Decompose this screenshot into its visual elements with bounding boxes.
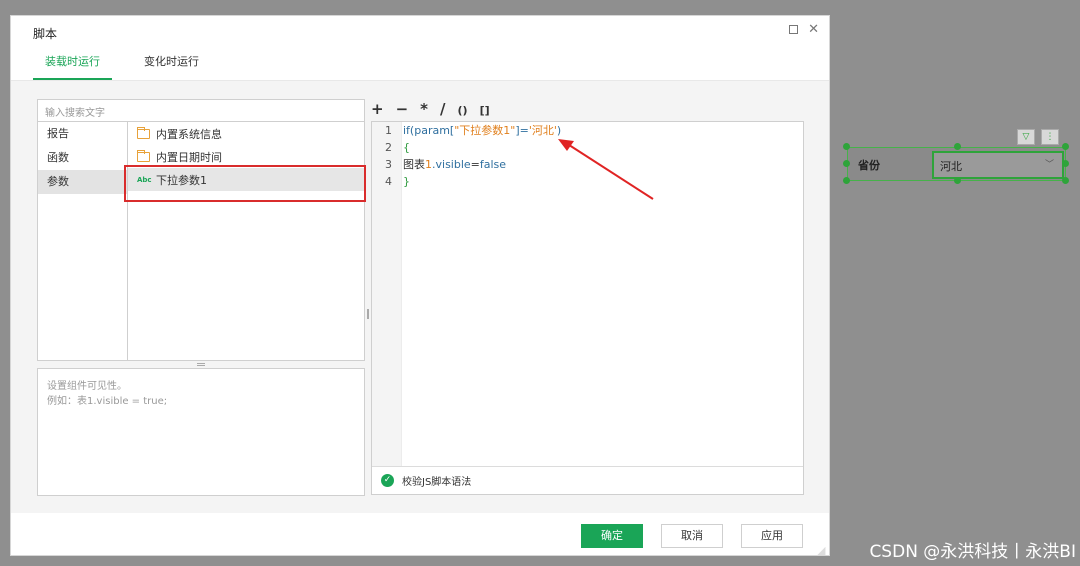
code-content[interactable]: if(param["下拉参数1"]='河北') { 图表1.visible=fa… bbox=[402, 122, 803, 190]
province-dropdown[interactable]: 河北 ﹀ bbox=[932, 151, 1064, 179]
resize-handle[interactable] bbox=[954, 177, 961, 184]
search-input[interactable]: 输入搜索文字 bbox=[38, 100, 364, 122]
parentheses-button[interactable]: () bbox=[458, 101, 468, 119]
check-circle-icon: ✓ bbox=[381, 474, 394, 487]
list-item[interactable]: 内置系统信息 bbox=[128, 122, 364, 145]
code-line: 图表1.visible=false bbox=[403, 158, 507, 171]
script-dialog: 脚本 ✕ 装载时运行 变化时运行 输入搜索文字 报告 函数 参数 内置系统信息 bbox=[10, 15, 830, 556]
description-line: 例如：表1.visible = true; bbox=[47, 396, 168, 407]
widget-label: 省份 bbox=[858, 159, 880, 172]
dropdown-value: 河北 bbox=[940, 160, 962, 173]
minus-button[interactable]: − bbox=[396, 101, 409, 119]
line-number: 2 bbox=[385, 141, 392, 154]
close-icon[interactable]: ✕ bbox=[808, 23, 819, 36]
resize-handle[interactable] bbox=[843, 160, 850, 167]
line-number-gutter: 1 2 3 4 bbox=[372, 122, 402, 466]
validate-label: 校验JS脚本语法 bbox=[402, 477, 472, 488]
ok-button[interactable]: 确定 bbox=[581, 524, 643, 548]
resize-handle[interactable] bbox=[843, 177, 850, 184]
tab-on-change[interactable]: 变化时运行 bbox=[132, 54, 211, 80]
chevron-down-icon: ﹀ bbox=[1044, 160, 1054, 170]
category-report[interactable]: 报告 bbox=[38, 122, 127, 146]
province-filter-widget[interactable]: 省份 河北 ﹀ bbox=[847, 147, 1066, 181]
brackets-button[interactable]: [] bbox=[480, 101, 490, 119]
code-line: } bbox=[403, 175, 410, 188]
line-number: 1 bbox=[385, 124, 392, 137]
resize-grip-icon[interactable]: ◢ bbox=[817, 544, 825, 557]
watermark: CSDN @永洪科技丨永洪BI bbox=[869, 542, 1076, 562]
list-item-label: 内置日期时间 bbox=[156, 150, 222, 164]
highlight-box bbox=[124, 165, 366, 202]
description-panel: 设置组件可见性。 例如：表1.visible = true; bbox=[37, 368, 365, 496]
code-editor[interactable]: 1 2 3 4 if(param["下拉参数1"]='河北') { 图表1.vi… bbox=[371, 121, 804, 495]
resize-handle[interactable] bbox=[843, 143, 850, 150]
folder-icon bbox=[137, 149, 150, 162]
tab-bar: 装载时运行 变化时运行 bbox=[33, 54, 829, 80]
window-controls: ✕ bbox=[789, 23, 819, 36]
category-list: 报告 函数 参数 bbox=[38, 122, 128, 360]
tab-on-load[interactable]: 装载时运行 bbox=[33, 54, 112, 80]
divide-button[interactable]: / bbox=[440, 101, 445, 119]
code-line: if(param["下拉参数1"]='河北') bbox=[403, 124, 562, 137]
cancel-button[interactable]: 取消 bbox=[661, 524, 723, 548]
category-function[interactable]: 函数 bbox=[38, 146, 127, 170]
vertical-splitter[interactable] bbox=[367, 309, 369, 319]
line-number: 4 bbox=[385, 175, 392, 188]
dialog-title: 脚本 bbox=[33, 27, 58, 41]
resize-handle[interactable] bbox=[1062, 177, 1069, 184]
list-item-label: 内置系统信息 bbox=[156, 127, 222, 141]
description-line: 设置组件可见性。 bbox=[47, 381, 127, 392]
resource-panel: 输入搜索文字 报告 函数 参数 内置系统信息 内置日期时间 Abc 下拉参数1 bbox=[37, 99, 365, 361]
more-menu-icon[interactable]: ⋮ bbox=[1041, 129, 1059, 145]
resize-handle[interactable] bbox=[1062, 143, 1069, 150]
resize-handle[interactable] bbox=[954, 143, 961, 150]
operator-toolbar: + − * / () [] bbox=[371, 101, 490, 119]
validate-bar[interactable]: ✓ 校验JS脚本语法 bbox=[372, 466, 803, 494]
plus-button[interactable]: + bbox=[371, 101, 384, 119]
resize-handle[interactable] bbox=[1062, 160, 1069, 167]
maximize-icon[interactable] bbox=[789, 25, 799, 34]
dialog-body: 输入搜索文字 报告 函数 参数 内置系统信息 内置日期时间 Abc 下拉参数1 bbox=[11, 81, 829, 513]
code-line: { bbox=[403, 141, 410, 154]
folder-icon bbox=[137, 126, 150, 139]
resource-item-list: 内置系统信息 内置日期时间 Abc 下拉参数1 bbox=[128, 122, 364, 360]
filter-icon[interactable]: ▽ bbox=[1017, 129, 1035, 145]
multiply-button[interactable]: * bbox=[420, 101, 428, 119]
line-number: 3 bbox=[385, 158, 392, 171]
apply-button[interactable]: 应用 bbox=[741, 524, 803, 548]
category-parameter[interactable]: 参数 bbox=[38, 170, 127, 194]
